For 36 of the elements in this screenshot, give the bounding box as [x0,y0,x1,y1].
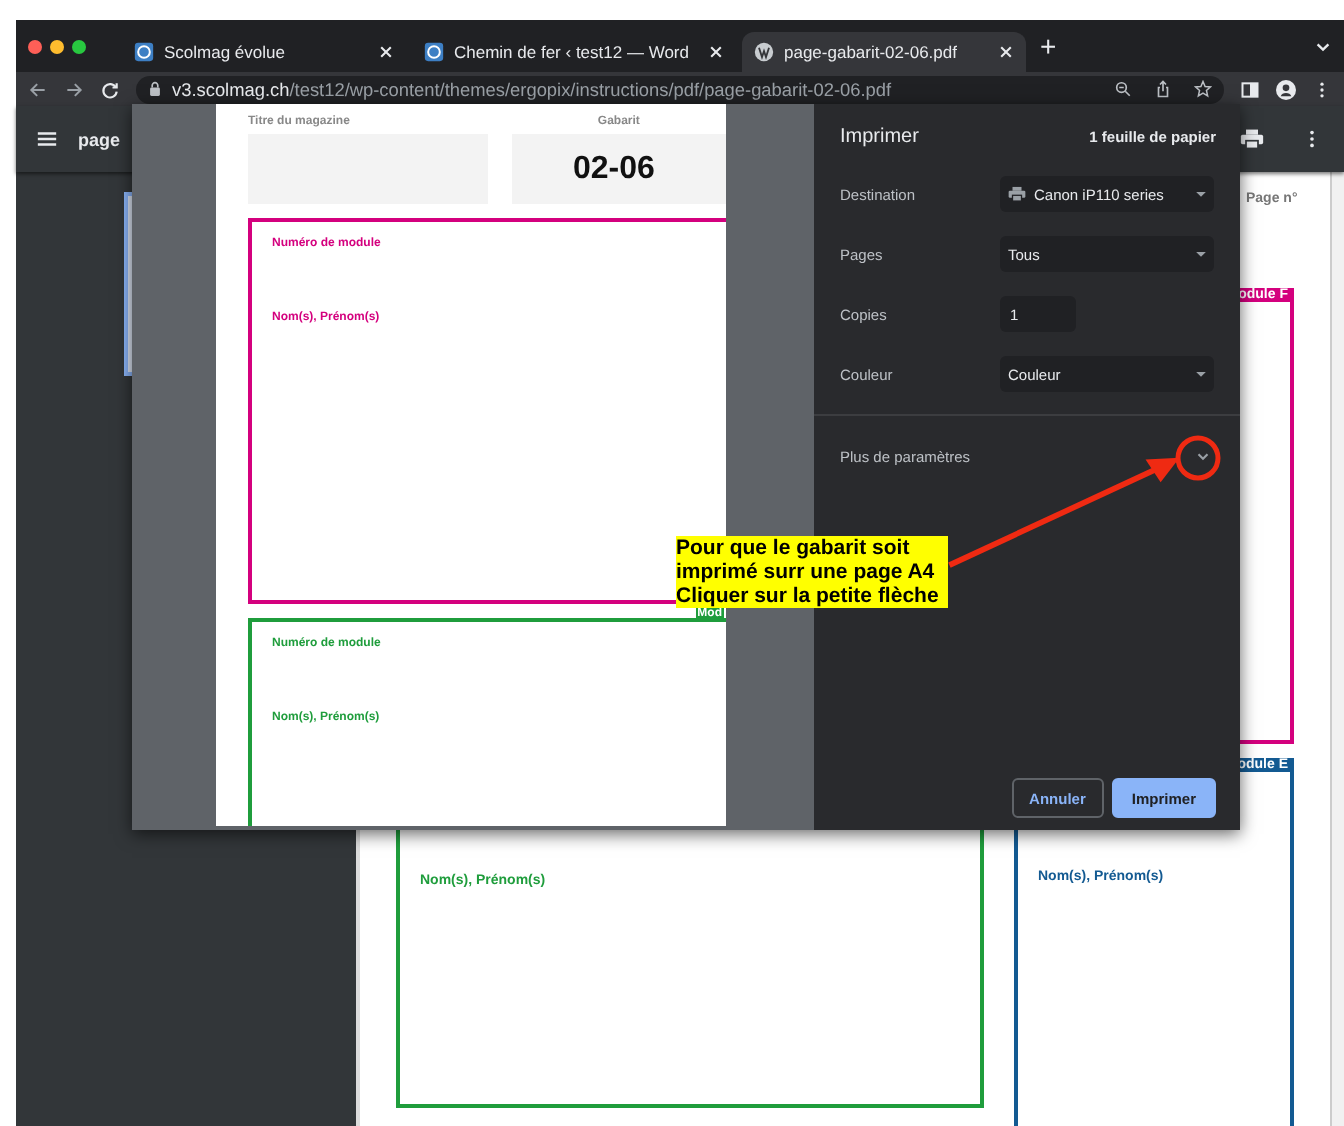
browser-tab[interactable]: page-gabarit-02-06.pdf [742,32,1026,72]
document-title: page [78,129,121,149]
zoom-icon[interactable] [1114,80,1132,98]
printer-icon[interactable] [1240,128,1264,150]
site-favicon-icon [424,42,444,62]
site-favicon-icon [134,42,154,62]
caret-icon [1196,191,1206,197]
reload-icon[interactable] [100,79,120,99]
close-tab-icon[interactable] [998,44,1014,60]
address-bar[interactable]: v3.scolmag.ch/test12/wp-content/themes/ergopix/instructions/pdf/page-gabarit-02-06.pdf [136,75,1224,103]
minimize-window-button[interactable] [50,39,64,53]
dialog-title: Imprimer [840,126,919,148]
new-tab-button[interactable]: + [1032,30,1065,62]
maximize-window-button[interactable] [72,39,86,53]
back-arrow-icon[interactable] [28,79,48,99]
annotation-callout: Pour que le gabarit soit imprimé surr une page A4 Cliquer sur la petite flèche [676,536,948,608]
menu-icon[interactable] [36,128,58,150]
profile-avatar-icon[interactable] [1276,79,1296,99]
highlight-circle [1174,434,1222,482]
browser-tab[interactable]: Chemin de fer ‹ test12 — Word [412,32,736,72]
caret-icon [1196,251,1206,257]
scrollbar[interactable] [1330,172,1344,1126]
star-icon[interactable] [1194,80,1212,98]
wordpress-logo-icon [754,42,774,62]
url-text: v3.scolmag.ch/test12/wp-content/themes/ergopix/instructions/pdf/page-gabarit-02-06.pdf [172,79,894,99]
caret-icon [1196,371,1206,377]
close-window-button[interactable] [28,39,42,53]
share-icon[interactable] [1154,80,1172,98]
template-number: 02-06 [511,134,726,204]
forward-arrow-icon[interactable] [64,79,84,99]
close-tab-icon[interactable] [378,44,394,60]
close-tab-icon[interactable] [708,44,724,60]
printer-icon [1008,186,1026,202]
lock-icon [148,80,162,98]
browser-tab[interactable]: Scolmag évolue [122,32,406,72]
side-panel-icon[interactable] [1240,79,1260,99]
